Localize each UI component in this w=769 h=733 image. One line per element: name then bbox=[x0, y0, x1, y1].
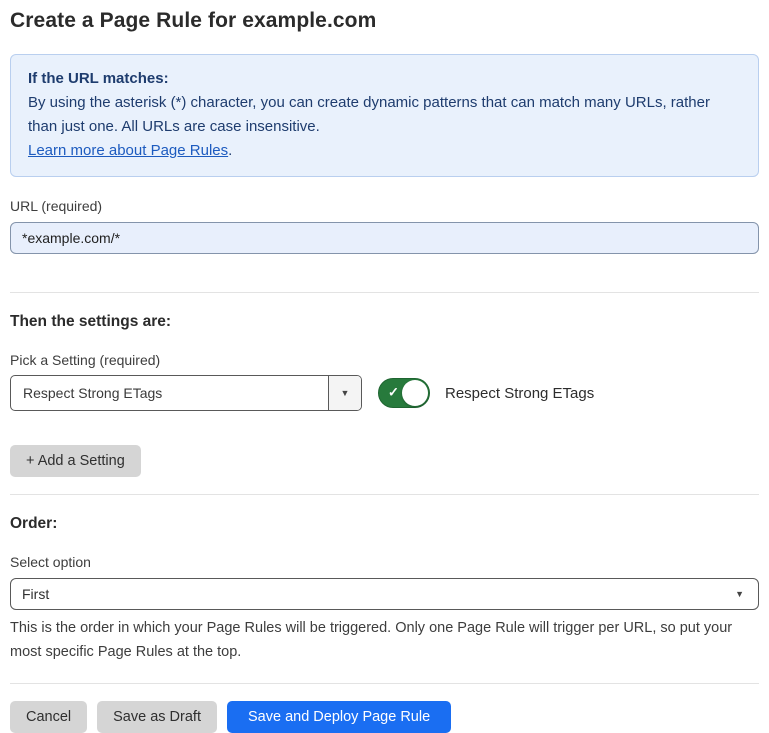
settings-section-heading: Then the settings are: bbox=[10, 313, 759, 331]
info-box-heading: If the URL matches: bbox=[28, 67, 741, 91]
action-button-row: Cancel Save as Draft Save and Deploy Pag… bbox=[10, 701, 759, 733]
order-select-label: Select option bbox=[10, 554, 759, 570]
add-setting-button[interactable]: + Add a Setting bbox=[10, 445, 141, 477]
learn-more-link[interactable]: Learn more about Page Rules bbox=[28, 142, 228, 159]
save-as-draft-button[interactable]: Save as Draft bbox=[97, 701, 217, 733]
order-select-value: First bbox=[22, 586, 49, 602]
link-suffix: . bbox=[228, 142, 232, 159]
info-box-link-line: Learn more about Page Rules. bbox=[28, 139, 741, 163]
order-helper-text: This is the order in which your Page Rul… bbox=[10, 616, 759, 664]
save-and-deploy-button[interactable]: Save and Deploy Page Rule bbox=[227, 701, 451, 733]
divider bbox=[10, 292, 759, 293]
toggle-label: Respect Strong ETags bbox=[445, 385, 594, 402]
etags-toggle[interactable]: ✓ bbox=[378, 378, 430, 408]
pick-setting-label: Pick a Setting (required) bbox=[10, 352, 759, 368]
info-box-body: By using the asterisk (*) character, you… bbox=[28, 91, 741, 139]
chevron-down-icon: ▼ bbox=[341, 389, 350, 398]
toggle-knob bbox=[402, 380, 428, 406]
check-icon: ✓ bbox=[388, 385, 399, 401]
setting-select-value: Respect Strong ETags bbox=[11, 376, 328, 410]
cancel-button[interactable]: Cancel bbox=[10, 701, 87, 733]
order-select-dropdown[interactable]: First ▼ bbox=[10, 578, 759, 610]
url-field-label: URL (required) bbox=[10, 198, 759, 214]
divider bbox=[10, 683, 759, 684]
setting-select-dropdown[interactable]: Respect Strong ETags ▼ bbox=[10, 375, 362, 411]
setting-row: Respect Strong ETags ▼ ✓ Respect Strong … bbox=[10, 375, 759, 411]
url-match-info-box: If the URL matches: By using the asteris… bbox=[10, 54, 759, 177]
order-section-heading: Order: bbox=[10, 515, 759, 533]
chevron-down-icon: ▼ bbox=[735, 590, 744, 599]
divider bbox=[10, 494, 759, 495]
setting-select-chevron-button[interactable]: ▼ bbox=[328, 376, 361, 410]
create-page-rule-form: Create a Page Rule for example.com If th… bbox=[0, 9, 769, 733]
page-title: Create a Page Rule for example.com bbox=[10, 9, 759, 33]
url-input[interactable] bbox=[10, 222, 759, 254]
